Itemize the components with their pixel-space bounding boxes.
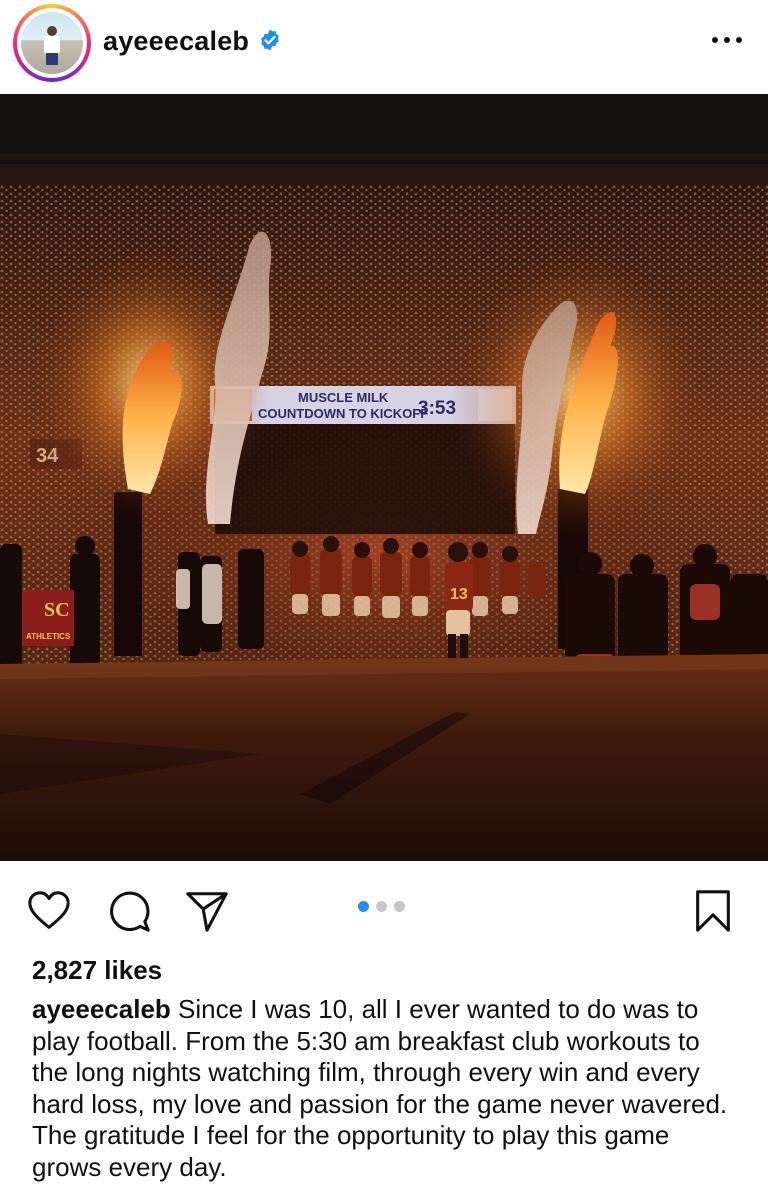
carousel-dot — [376, 901, 387, 912]
comment-icon[interactable] — [106, 888, 152, 934]
banner-logo: SC — [44, 599, 70, 621]
carousel-dot-active — [358, 901, 369, 912]
story-ring[interactable] — [13, 4, 91, 82]
like-count[interactable]: 2,827 likes — [32, 955, 162, 986]
scoreboard-label: COUNTDOWN TO KICKOFF — [258, 406, 428, 421]
action-bar — [0, 861, 768, 951]
scoreboard-sponsor: MUSCLE MILK — [298, 390, 389, 405]
caption-username[interactable]: ayeeecaleb — [32, 994, 171, 1024]
username-link[interactable]: ayeeecaleb — [103, 26, 249, 57]
carousel-indicator — [358, 901, 405, 913]
bookmark-icon[interactable] — [690, 888, 736, 934]
banner-subtext: ATHLETICS — [26, 632, 71, 641]
svg-text:13: 13 — [450, 586, 468, 603]
more-options-icon[interactable] — [710, 28, 744, 52]
carousel-dot — [394, 901, 405, 912]
post-caption: ayeeecaleb Since I was 10, all I ever wa… — [32, 994, 732, 1183]
post-photo[interactable]: MUSCLE MILK COUNTDOWN TO KICKOFF 3:53 34 — [0, 94, 768, 861]
avatar[interactable] — [21, 12, 83, 74]
post-header: ayeeecaleb — [0, 0, 768, 94]
verified-badge-icon — [261, 29, 279, 51]
heart-icon[interactable] — [26, 888, 72, 934]
send-icon[interactable] — [184, 888, 230, 934]
